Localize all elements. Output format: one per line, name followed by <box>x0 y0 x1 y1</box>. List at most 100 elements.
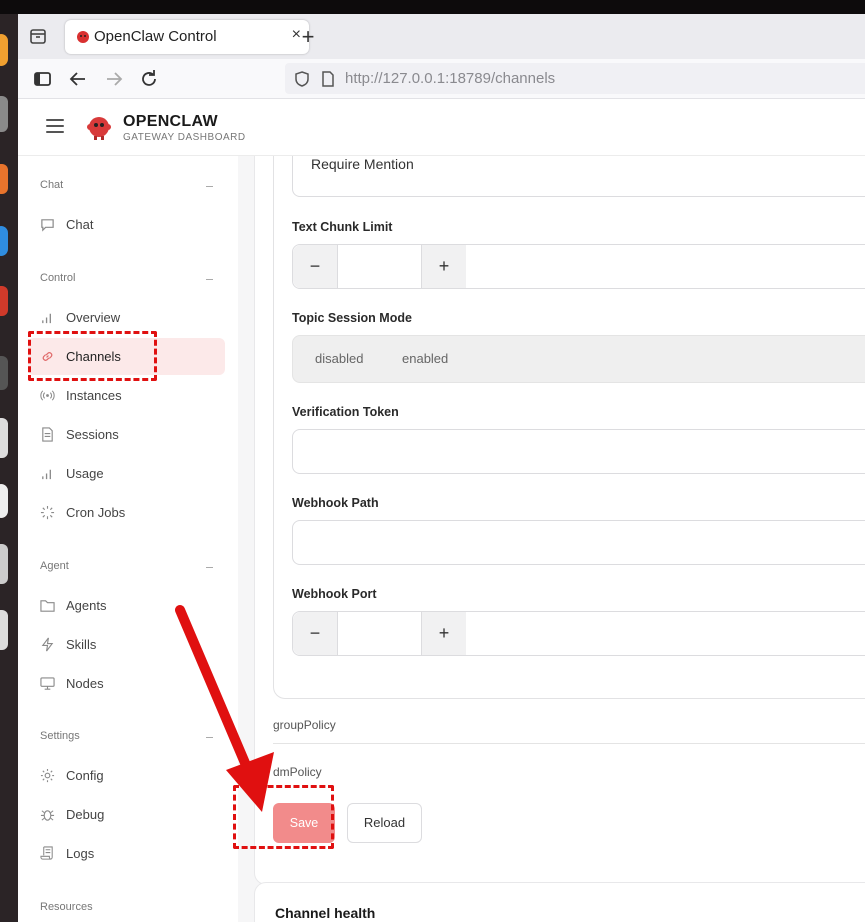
sidebar-item-logs[interactable]: Logs <box>28 835 225 872</box>
lightning-icon <box>41 637 54 652</box>
save-highlight-box <box>233 785 334 849</box>
new-tab-button[interactable]: + <box>296 24 320 50</box>
hamburger-menu-icon[interactable] <box>46 119 64 133</box>
sidebar-item-skills[interactable]: Skills <box>28 626 225 663</box>
sidebar-item-label: Debug <box>66 807 105 822</box>
text-chunk-limit-label: Text Chunk Limit <box>292 220 393 234</box>
channel-health-title: Channel health <box>275 905 376 921</box>
url-bar[interactable]: http://127.0.0.1:18789/channels <box>285 63 865 94</box>
sidebar-item-label: Agents <box>66 598 107 613</box>
openclaw-logo-icon <box>87 117 111 140</box>
group-policy-label[interactable]: groupPolicy <box>273 718 336 732</box>
scroll-icon <box>40 846 53 860</box>
browser-window: OpenClaw Control × + http://127.0.0.1:18… <box>18 14 865 922</box>
dock-app-icon[interactable] <box>0 610 8 650</box>
sidebar: Chat Chat Control Overview Channels Inst… <box>18 156 238 922</box>
bar-chart-icon <box>42 313 51 324</box>
monitor-icon <box>40 677 55 690</box>
browser-tab[interactable]: OpenClaw Control × <box>65 20 309 54</box>
os-top-bar <box>0 0 865 14</box>
app-header: OPENCLAW GATEWAY DASHBOARD <box>18 99 865 156</box>
topic-session-mode-label: Topic Session Mode <box>292 311 412 325</box>
collapse-icon[interactable] <box>206 279 213 280</box>
sidebar-item-label: Skills <box>66 637 97 652</box>
increment-button[interactable]: + <box>421 612 466 655</box>
dock-app-icon[interactable] <box>0 34 8 66</box>
sidebar-item-label: Sessions <box>66 427 119 442</box>
nav-bar: http://127.0.0.1:18789/channels <box>18 59 865 99</box>
tab-list-icon[interactable] <box>28 26 48 46</box>
webhook-port-label: Webhook Port <box>292 587 377 601</box>
sidebar-item-label: Usage <box>66 466 104 481</box>
channels-highlight-box <box>28 331 157 381</box>
sidebar-item-label: Cron Jobs <box>66 505 126 520</box>
dock-app-icon[interactable] <box>0 418 8 458</box>
require-mention-toggle[interactable]: Require Mention <box>292 156 865 197</box>
brand: OPENCLAW GATEWAY DASHBOARD <box>123 113 246 143</box>
tab-bar: OpenClaw Control × + <box>18 14 865 59</box>
sidebar-item-label: Overview <box>66 310 121 325</box>
option-disabled[interactable]: disabled <box>315 351 363 366</box>
dock-app-icon[interactable] <box>0 164 8 194</box>
brand-subtitle: GATEWAY DASHBOARD <box>123 132 246 143</box>
channel-health-card: Channel health <box>254 882 865 922</box>
decrement-button[interactable]: − <box>293 245 338 288</box>
collapse-icon[interactable] <box>206 186 213 187</box>
dock-app-icon[interactable] <box>0 226 8 256</box>
brand-name: OPENCLAW <box>123 113 218 130</box>
verification-token-input[interactable] <box>292 429 865 474</box>
topic-session-mode-select[interactable]: disabled enabled <box>292 335 865 383</box>
collapse-icon[interactable] <box>206 567 213 568</box>
sidebar-item-label: Instances <box>66 388 122 403</box>
sidebar-item-cron-jobs[interactable]: Cron Jobs <box>28 494 225 531</box>
forward-arrow-icon[interactable] <box>102 67 126 91</box>
verification-token-label: Verification Token <box>292 405 399 419</box>
sidebar-toggle-icon[interactable] <box>31 67 55 91</box>
webhook-path-input[interactable] <box>292 520 865 565</box>
sidebar-item-debug[interactable]: Debug <box>28 796 225 833</box>
reload-icon[interactable] <box>137 67 161 91</box>
url-text[interactable]: http://127.0.0.1:18789/channels <box>345 70 555 87</box>
sidebar-item-instances[interactable]: Instances <box>28 377 225 414</box>
text-chunk-limit-stepper[interactable]: − + <box>292 244 865 289</box>
sidebar-item-label: Config <box>66 768 104 783</box>
back-arrow-icon[interactable] <box>66 67 90 91</box>
document-icon <box>42 427 53 442</box>
dock-app-icon[interactable] <box>0 544 8 584</box>
sidebar-item-chat[interactable]: Chat <box>28 206 225 243</box>
sidebar-item-agents[interactable]: Agents <box>28 587 225 624</box>
sidebar-item-label: Chat <box>66 217 94 232</box>
dock-app-icon[interactable] <box>0 96 8 132</box>
shield-icon[interactable] <box>293 70 311 88</box>
dock-app-icon[interactable] <box>0 484 8 518</box>
openclaw-app: OPENCLAW GATEWAY DASHBOARD Chat Chat Con… <box>18 99 865 922</box>
sidebar-item-label: Nodes <box>66 676 104 691</box>
webhook-port-stepper[interactable]: − + <box>292 611 865 656</box>
page-icon[interactable] <box>319 70 337 88</box>
reload-button[interactable]: Reload <box>347 803 422 843</box>
sidebar-item-usage[interactable]: Usage <box>28 455 225 492</box>
dm-policy-label[interactable]: dmPolicy <box>273 765 322 779</box>
os-dock <box>0 14 18 922</box>
sidebar-item-sessions[interactable]: Sessions <box>28 416 225 453</box>
sidebar-group-resources: Resources <box>40 901 93 913</box>
gear-icon <box>40 768 55 783</box>
divider <box>273 743 865 744</box>
collapse-icon[interactable] <box>206 737 213 738</box>
channel-config-card: Require Mention Text Chunk Limit − + Top… <box>254 156 865 885</box>
loader-icon <box>40 505 55 520</box>
dock-app-icon[interactable] <box>0 356 8 390</box>
decrement-button[interactable]: − <box>293 612 338 655</box>
require-mention-label: Require Mention <box>311 156 414 172</box>
openclaw-favicon-icon <box>77 31 89 43</box>
folder-icon <box>40 600 55 612</box>
increment-button[interactable]: + <box>421 245 466 288</box>
webhook-path-label: Webhook Path <box>292 496 379 510</box>
dock-app-icon[interactable] <box>0 286 8 316</box>
sidebar-group-agent: Agent <box>40 560 69 572</box>
sidebar-item-nodes[interactable]: Nodes <box>28 665 225 702</box>
sidebar-group-control: Control <box>40 272 76 284</box>
sidebar-item-config[interactable]: Config <box>28 757 225 794</box>
option-enabled[interactable]: enabled <box>402 351 448 366</box>
tab-title: OpenClaw Control <box>94 28 217 45</box>
